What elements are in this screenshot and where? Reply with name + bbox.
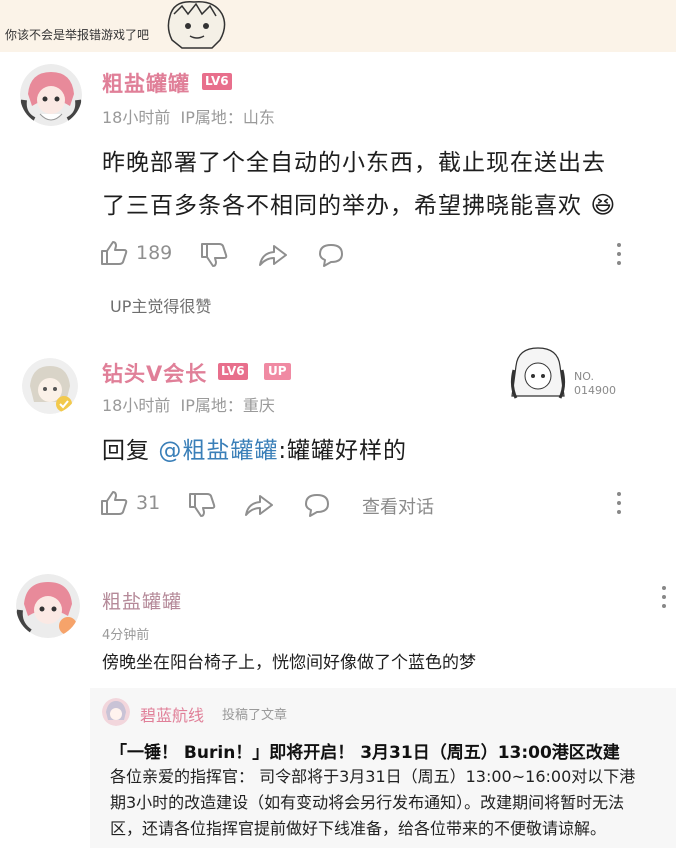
dislike-button[interactable] [200,242,228,268]
up-liked-label: UP主觉得很赞 [110,297,212,316]
like-count: 31 [136,492,161,514]
comment-icon [319,244,343,267]
comment-feed: 粗盐罐罐 LV6 18小时前 IP属地：山东 昨晚部署了个全自动的小东西，截止现… [0,52,676,848]
reply-button[interactable] [316,242,346,268]
comment-text: 昨晚部署了个全自动的小东西，截止现在送出去 了三百多条各不相同的举办，希望拂晓能… [102,142,662,227]
anime-sticker-icon [167,1,226,49]
fan-card-number: NO. 014900 [574,370,616,397]
caption-banner: 你该不会是举报错游戏了吧 [0,0,676,52]
user-avatar[interactable] [20,64,82,126]
thumb-down-icon [201,243,228,267]
ip-location: IP属地：重庆 [180,396,275,415]
article-body: 各位亲爱的指挥官： 司令部将于3月31日（周五）13:00~16:00对以下港 … [110,767,636,838]
user-avatar[interactable] [16,574,80,638]
reply-text: 回复 @粗盐罐罐:罐罐好样的 [102,438,408,464]
comment-text: 傍晚坐在阳台椅子上，恍惚间好像做了个蓝色的梦 [102,653,476,673]
thumb-up-icon [101,491,128,515]
comment-line: 了三百多条各不相同的举办，希望拂晓能喜欢 😆 [102,191,617,219]
more-icon[interactable] [617,243,621,270]
caption-text: 你该不会是举报错游戏了吧 [5,28,150,42]
view-conversation-link[interactable]: 查看对话 [362,493,434,519]
reposted-article-card[interactable]: 碧蓝航线 投稿了文章 「一锤！ Burin！」即将开启！ 3月31日（周五）13… [90,688,676,848]
share-icon [259,245,287,266]
username[interactable]: 粗盐罐罐 [102,68,190,98]
timestamp: 18小时前 IP属地：山东 [102,104,275,128]
like-button[interactable]: 189 [100,240,172,266]
laugh-emoji: 😆 [590,191,617,219]
share-button[interactable] [244,492,274,518]
like-button[interactable]: 31 [100,490,160,516]
comment-icon [305,494,329,517]
like-count: 189 [136,242,173,264]
more-icon[interactable] [617,492,621,519]
share-button[interactable] [258,242,288,268]
fan-card-avatar-icon [510,347,566,399]
ip-location: IP属地：山东 [180,108,275,127]
up-badge: UP [264,363,291,380]
time: 18小时前 [102,108,171,127]
username[interactable]: 钻头V会长 [102,358,207,388]
article-title[interactable]: 「一锤！ Burin！」即将开启！ 3月31日（周五）13:00港区改建 [110,738,620,763]
dislike-button[interactable] [188,492,216,518]
comment-line: 昨晚部署了个全自动的小东西，截止现在送出去 [102,150,606,176]
more-icon[interactable] [662,586,666,613]
mention-link[interactable]: @粗盐罐罐 [158,438,278,464]
level-badge: LV6 [218,363,248,380]
author-avatar[interactable] [102,698,130,726]
timestamp: 18小时前 IP属地：重庆 [102,392,275,416]
user-avatar[interactable] [22,358,78,414]
time: 18小时前 [102,396,171,415]
timestamp: 4分钟前 [102,628,150,643]
share-icon [245,495,273,516]
level-badge: LV6 [202,73,232,90]
thumb-down-icon [189,493,216,517]
thumb-up-icon [101,241,128,265]
reply-button[interactable] [302,492,332,518]
username[interactable]: 粗盐罐罐 [102,587,182,614]
author-name[interactable]: 碧蓝航线 [140,702,204,726]
repost-action: 投稿了文章 [222,708,288,723]
